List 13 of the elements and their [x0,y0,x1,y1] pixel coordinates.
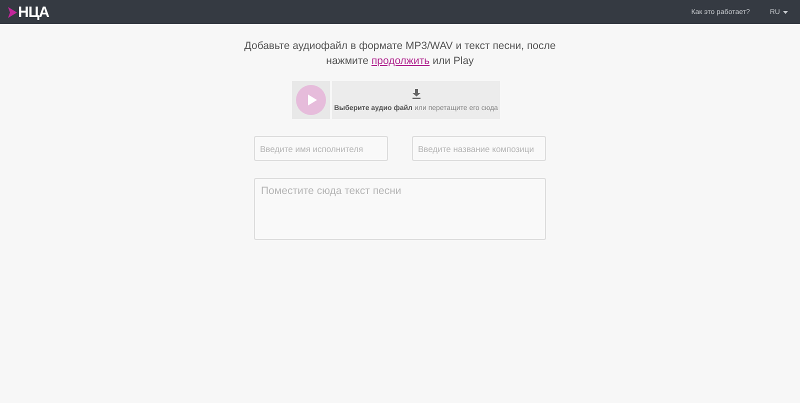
play-icon [296,85,326,115]
play-button[interactable] [292,81,330,119]
instruction-text: или Play [432,55,474,67]
continue-link[interactable]: продолжить [371,55,430,67]
caret-icon [783,10,788,14]
lyrics-textarea[interactable]: Поместите сюда текст песни [254,178,546,240]
instruction-text: Добавьте аудиофайл в формате MP3/WAV и текст песни, после [244,40,556,52]
artist-input[interactable]: Введите имя исполнителя [254,136,388,161]
logo-icon [8,6,17,18]
download-icon [412,88,420,98]
instruction-text: нажмите [326,55,368,67]
logo[interactable]: НЦА [18,4,50,20]
song-title-input[interactable]: Введите название композици [412,136,546,161]
